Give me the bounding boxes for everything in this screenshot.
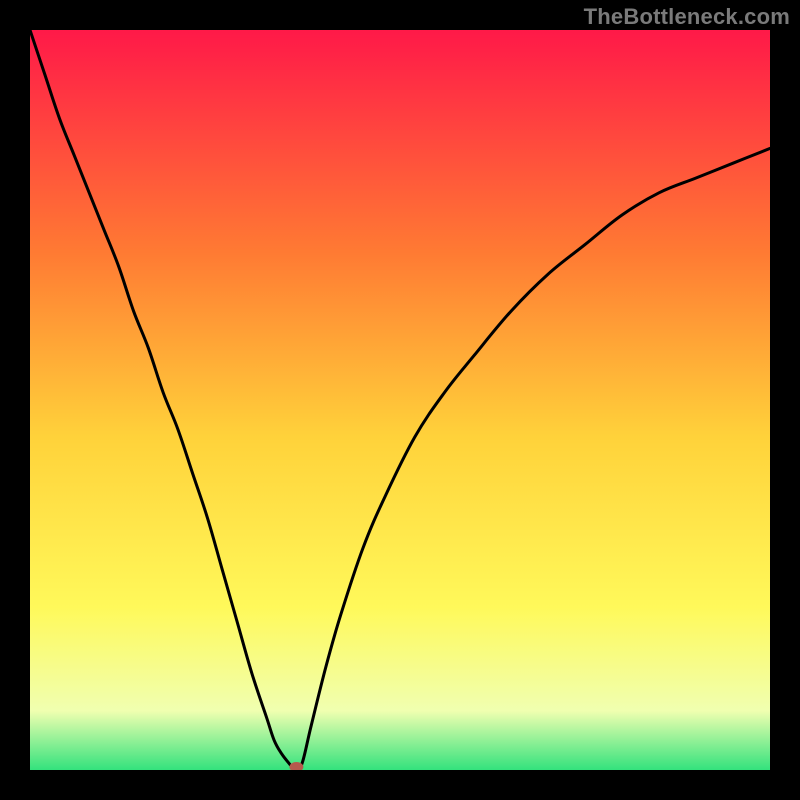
chart-frame: TheBottleneck.com — [0, 0, 800, 800]
watermark-text: TheBottleneck.com — [584, 4, 790, 30]
plot-area — [30, 30, 770, 770]
gradient-background — [30, 30, 770, 770]
plot-svg — [30, 30, 770, 770]
